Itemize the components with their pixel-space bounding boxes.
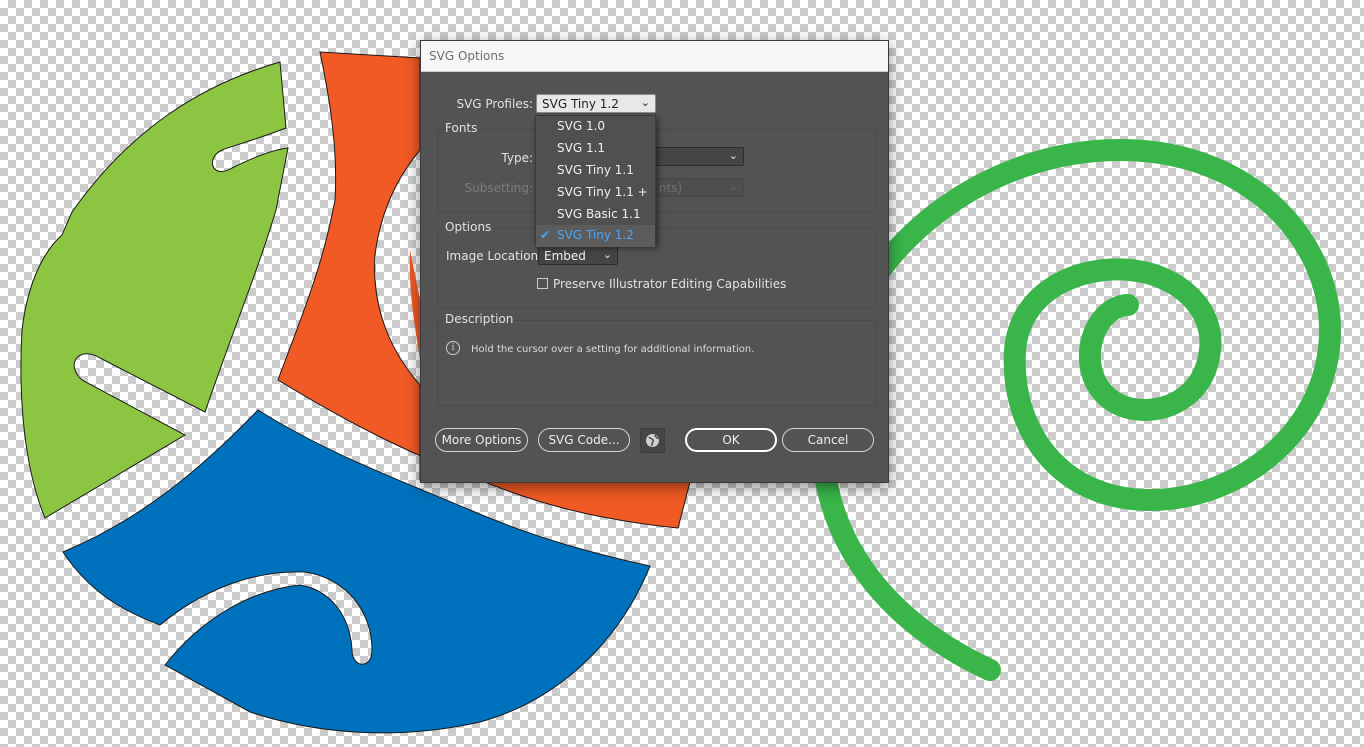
web-preview-button[interactable]	[640, 428, 665, 453]
options-group-title: Options	[443, 220, 494, 234]
chevron-down-icon: ⌄	[602, 248, 612, 261]
profile-option-svg-1-1[interactable]: SVG 1.1	[536, 138, 655, 160]
check-icon: ✔	[540, 228, 551, 242]
image-location-label: Image Location:	[446, 249, 543, 263]
svg-options-dialog: SVG Options SVG Profiles: SVG Tiny 1.2 ⌄…	[420, 40, 889, 483]
fonts-group	[437, 129, 876, 213]
dialog-title: SVG Options	[429, 49, 505, 63]
type-label: Type:	[501, 151, 533, 165]
chevron-down-icon: ⌄	[640, 96, 650, 109]
preserve-editing-checkbox[interactable]	[537, 278, 548, 289]
profile-option-svg-tiny-1-2[interactable]: ✔ SVG Tiny 1.2	[536, 225, 655, 247]
profile-option-svg-tiny-1-1[interactable]: SVG Tiny 1.1	[536, 160, 655, 182]
image-location-value: Embed	[544, 249, 586, 263]
description-group	[437, 320, 876, 406]
svg-profiles-select[interactable]: SVG Tiny 1.2 ⌄	[536, 94, 656, 113]
chevron-down-icon: ⌄	[728, 180, 738, 193]
svg-profiles-label: SVG Profiles:	[456, 97, 533, 111]
svg-profiles-value: SVG Tiny 1.2	[542, 97, 619, 111]
chevron-down-icon: ⌄	[728, 149, 738, 162]
options-group	[437, 228, 876, 308]
profile-option-svg-1-0[interactable]: SVG 1.0	[536, 116, 655, 138]
profile-option-svg-basic-1-1[interactable]: SVG Basic 1.1	[536, 204, 655, 226]
description-text: Hold the cursor over a setting for addit…	[471, 344, 755, 355]
more-options-button[interactable]: More Options	[435, 428, 528, 452]
profile-option-svg-tiny-1-1-plus[interactable]: SVG Tiny 1.1 +	[536, 182, 655, 204]
image-location-select[interactable]: Embed ⌄	[538, 246, 618, 265]
description-group-title: Description	[443, 312, 516, 326]
subsetting-value: nts)	[659, 181, 683, 195]
svg-profiles-dropdown-list: SVG 1.0 SVG 1.1 SVG Tiny 1.1 SVG Tiny 1.…	[535, 115, 656, 247]
preserve-editing-label[interactable]: Preserve Illustrator Editing Capabilitie…	[553, 277, 786, 291]
fonts-group-title: Fonts	[443, 121, 480, 135]
cancel-button[interactable]: Cancel	[782, 428, 874, 452]
ok-button[interactable]: OK	[685, 428, 777, 452]
subsetting-label: Subsetting:	[464, 181, 533, 195]
svg-code-button[interactable]: SVG Code...	[538, 428, 630, 452]
orange-inner-cut	[409, 250, 420, 360]
dialog-titlebar[interactable]: SVG Options	[421, 41, 888, 72]
info-icon: i	[446, 341, 460, 355]
globe-icon	[646, 434, 659, 447]
green-spiral-stroke	[811, 138, 1342, 681]
